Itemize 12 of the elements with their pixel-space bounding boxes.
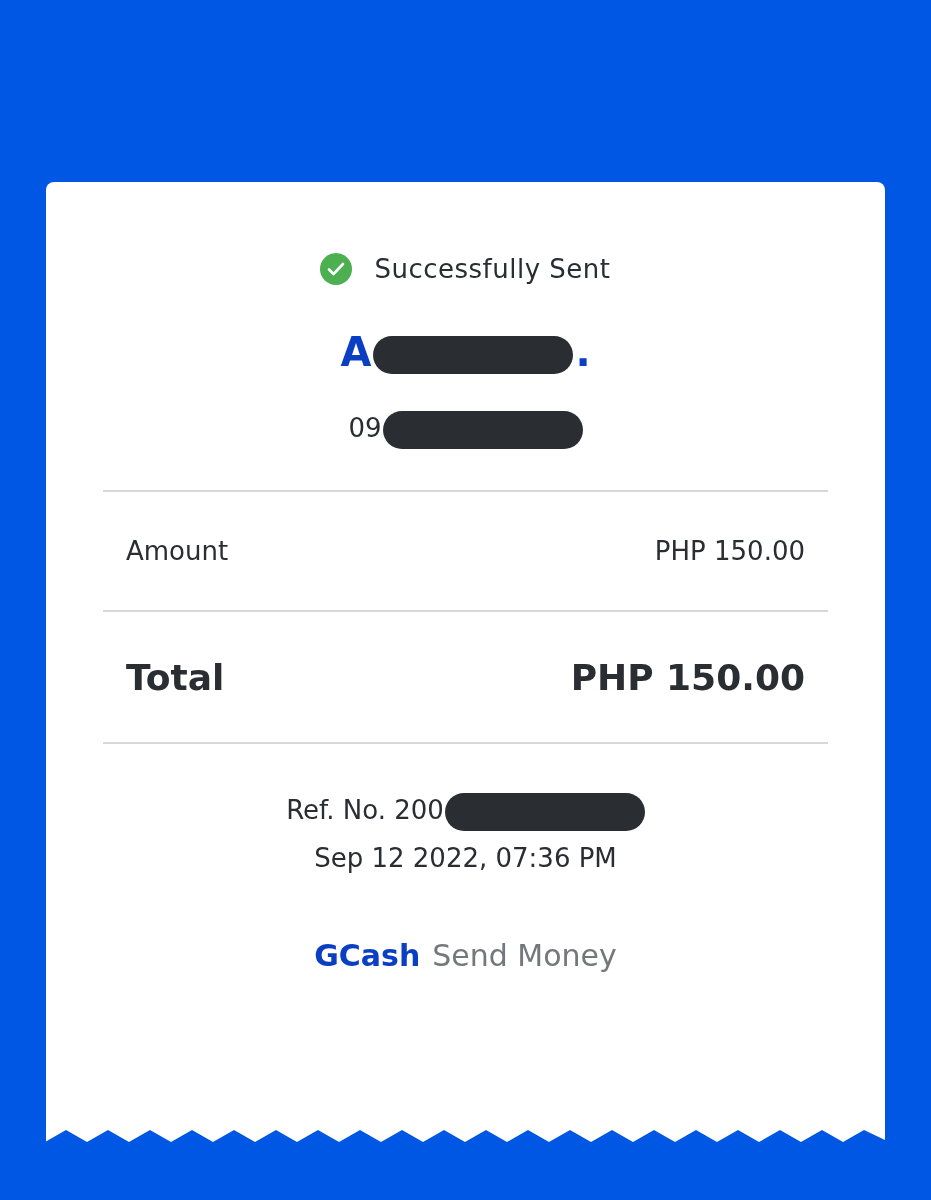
brand-name: GCash [314,938,421,973]
line-value: PHP 150.00 [654,536,805,566]
transaction-date: Sep 12 2022, 07:36 PM [314,843,617,873]
recipient-name: . [575,329,591,375]
recipient-number: 09 [348,413,382,443]
line-label: Total [126,656,225,698]
reference-number: Ref. No. 200 [286,795,444,825]
status-label: Successfully Sent [374,254,611,284]
recipient-name: A [340,329,372,375]
line-value: PHP 150.00 [570,656,805,698]
line-label: Amount [126,536,229,566]
service-name: Send Money [432,938,617,973]
